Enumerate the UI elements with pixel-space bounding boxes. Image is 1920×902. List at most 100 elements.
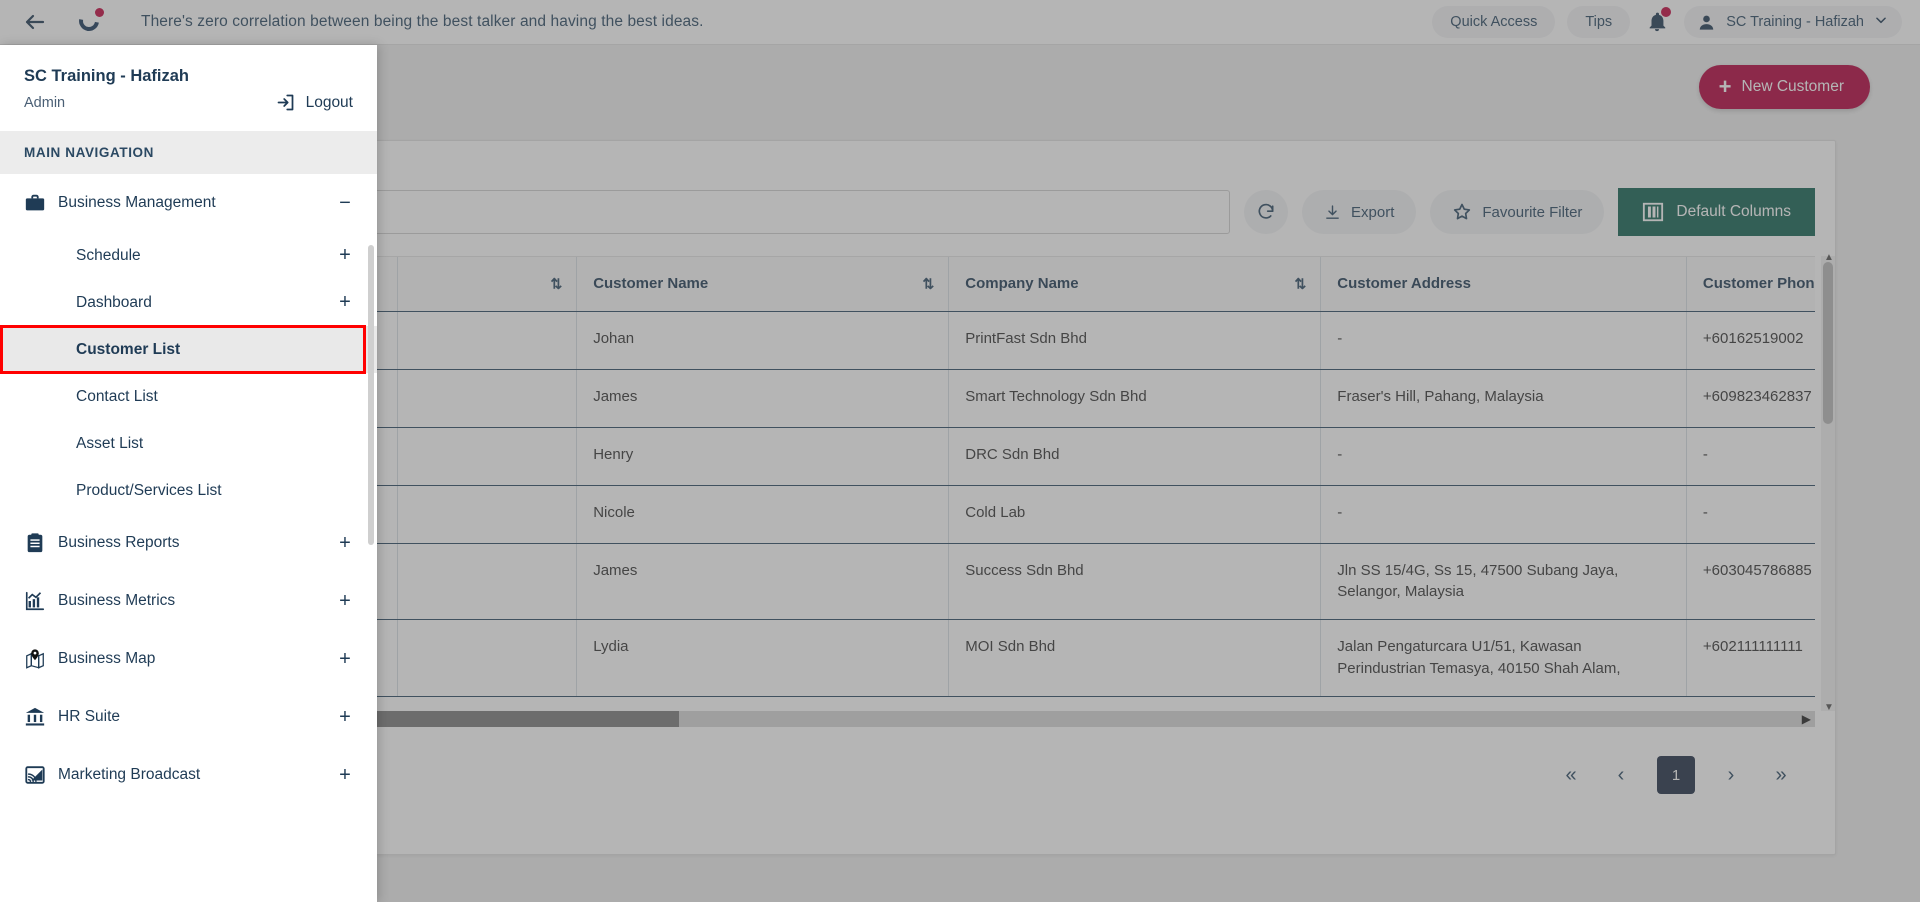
notification-badge	[1661, 7, 1672, 17]
table-row[interactable]: James Success Sdn Bhd Jln SS 15/4G, Ss 15,…	[179, 543, 1815, 620]
sidebar-item-contact-list[interactable]: Contact List	[0, 373, 377, 420]
expand-toggle-icon[interactable]: +	[337, 764, 353, 787]
plus-icon: +	[1718, 73, 1732, 99]
cell-customer-phone: +60162519002	[1686, 311, 1815, 370]
column-header-id[interactable]: ⇅	[397, 257, 578, 312]
sidebar-nav-header: MAIN NAVIGATION	[0, 131, 377, 174]
cell-customer-phone: +609823462837	[1686, 369, 1815, 428]
pagination-first-button[interactable]: «	[1557, 764, 1585, 787]
customer-table-scroll: ⇅ Customer Name ⇅ Company Name ⇅ Custome…	[179, 256, 1815, 711]
default-columns-button[interactable]: Default Columns	[1618, 188, 1815, 236]
sidebar-item-business-map[interactable]: Business Map +	[0, 630, 377, 688]
expand-toggle-icon[interactable]: −	[337, 192, 353, 215]
expand-toggle-icon[interactable]: +	[337, 706, 353, 729]
favourite-filter-button[interactable]: Favourite Filter	[1430, 190, 1605, 234]
column-header-customer-phone[interactable]: Customer Phone	[1686, 257, 1815, 312]
pagination-last-button[interactable]: »	[1767, 764, 1795, 787]
table-head: ⇅ Customer Name ⇅ Company Name ⇅ Custome…	[179, 257, 1815, 312]
pagination-prev-button[interactable]: ‹	[1607, 764, 1635, 787]
column-header-customer-address[interactable]: Customer Address	[1320, 257, 1687, 312]
logout-button[interactable]: Logout	[275, 92, 353, 113]
logout-icon	[277, 94, 293, 111]
table-row[interactable]: James Smart Technology Sdn Bhd Fraser's Hi…	[179, 369, 1815, 428]
cell-id	[397, 369, 578, 428]
table-toolbar: Export Favourite Filter Default Columns	[157, 176, 1837, 248]
cell-id	[397, 311, 578, 370]
sidebar-item-label: Business Metrics	[58, 592, 176, 609]
quick-access-button[interactable]: Quick Access	[1432, 6, 1556, 38]
sort-icon[interactable]: ⇅	[1295, 275, 1307, 292]
user-menu[interactable]: SC Training - Hafizah	[1684, 6, 1902, 38]
sidebar-item-business-reports[interactable]: Business Reports +	[0, 514, 377, 572]
cell-customer-name: Nicole	[576, 485, 950, 544]
expand-toggle-icon[interactable]: +	[337, 590, 353, 613]
sidebar-item-asset-list[interactable]: Asset List	[0, 420, 377, 467]
back-button[interactable]	[20, 7, 50, 37]
sort-icon[interactable]: ⇅	[923, 275, 935, 292]
table-row[interactable]: Lydia MOI Sdn Bhd Jalan Pengaturcara U1/51…	[179, 619, 1815, 697]
sidebar-item-label: Dashboard	[76, 293, 152, 311]
cell-customer-name: James	[576, 369, 950, 428]
sidebar-item-business-metrics[interactable]: Business Metrics +	[0, 572, 377, 630]
table-body: Johan PrintFast Sdn Bhd - +60162519002 James…	[179, 311, 1815, 697]
cell-customer-name: Johan	[576, 311, 950, 370]
sidebar-item-dashboard[interactable]: Dashboard +	[0, 279, 377, 326]
sidebar-item-business-management[interactable]: Business Management −	[0, 174, 377, 232]
scroll-right-icon[interactable]: ▶	[1802, 712, 1811, 726]
table-vertical-scrollbar[interactable]: ▲ ▼	[1821, 252, 1835, 713]
sidebar-scrollbar[interactable]	[368, 245, 374, 545]
cell-customer-name: Henry	[576, 427, 950, 486]
expand-toggle-icon[interactable]: +	[337, 244, 353, 267]
sidebar-drawer: SC Training - Hafizah Admin Logout MAIN …	[0, 45, 377, 902]
sidebar-item-marketing-broadcast[interactable]: Marketing Broadcast +	[0, 746, 377, 804]
cell-customer-address: -	[1320, 427, 1687, 486]
pagination-next-button[interactable]: ›	[1717, 764, 1745, 787]
favourite-filter-label: Favourite Filter	[1482, 203, 1583, 221]
export-button[interactable]: Export	[1302, 190, 1417, 234]
cell-company-name: Cold Lab	[948, 485, 1322, 544]
sidebar-account-name: SC Training - Hafizah	[24, 67, 190, 85]
refresh-icon	[1258, 203, 1274, 219]
table-row[interactable]: Henry DRC Sdn Bhd - -	[179, 427, 1815, 486]
tips-button[interactable]: Tips	[1567, 6, 1631, 38]
expand-toggle-icon[interactable]: +	[337, 648, 353, 671]
bank-icon	[24, 706, 58, 728]
table-row[interactable]: Johan PrintFast Sdn Bhd - +60162519002	[179, 311, 1815, 370]
brand-logo	[75, 6, 109, 38]
columns-icon	[1643, 202, 1664, 222]
cell-customer-address: Jalan Pengaturcara U1/51, Kawasan Perind…	[1320, 619, 1687, 697]
cell-company-name: DRC Sdn Bhd	[948, 427, 1322, 486]
user-name-label: SC Training - Hafizah	[1726, 14, 1864, 30]
export-label: Export	[1351, 203, 1395, 221]
table-row[interactable]: Nicole Cold Lab - -	[179, 485, 1815, 544]
sidebar-item-hr-suite[interactable]: HR Suite +	[0, 688, 377, 746]
sidebar-item-product-services-list[interactable]: Product/Services List	[0, 467, 377, 514]
avatar-icon	[1696, 12, 1716, 32]
cell-id	[397, 427, 578, 486]
sidebar-item-label: Business Reports	[58, 534, 180, 551]
notifications-button[interactable]	[1642, 7, 1672, 37]
download-icon	[1326, 204, 1339, 219]
vertical-scroll-thumb[interactable]	[1823, 262, 1833, 424]
expand-toggle-icon[interactable]: +	[337, 291, 353, 314]
table-horizontal-scrollbar[interactable]: ▶	[179, 711, 1815, 727]
sidebar-item-label: Contact List	[76, 387, 158, 405]
broadcast-icon	[24, 764, 58, 786]
customer-table: ⇅ Customer Name ⇅ Company Name ⇅ Custome…	[179, 257, 1815, 697]
sidebar-item-customer-list[interactable]: Customer List	[0, 326, 377, 373]
scroll-down-icon[interactable]: ▼	[1824, 702, 1834, 713]
new-customer-button[interactable]: + New Customer	[1698, 64, 1870, 109]
column-header-company-name[interactable]: Company Name ⇅	[948, 257, 1322, 312]
expand-toggle-icon[interactable]: +	[337, 532, 353, 555]
sidebar-item-label: HR Suite	[58, 708, 121, 725]
cell-id	[397, 543, 578, 620]
sidebar-header: SC Training - Hafizah Admin Logout	[0, 45, 377, 131]
sidebar-item-schedule[interactable]: Schedule +	[0, 232, 377, 279]
table-header-row: ⇅ Customer Name ⇅ Company Name ⇅ Custome…	[179, 257, 1815, 312]
sort-icon[interactable]: ⇅	[550, 275, 562, 292]
new-customer-label: New Customer	[1741, 77, 1845, 95]
column-header-customer-name[interactable]: Customer Name ⇅	[576, 257, 950, 312]
pagination-current-page[interactable]: 1	[1657, 756, 1695, 794]
refresh-button[interactable]	[1244, 190, 1289, 234]
chevron-down-icon	[1874, 13, 1888, 31]
